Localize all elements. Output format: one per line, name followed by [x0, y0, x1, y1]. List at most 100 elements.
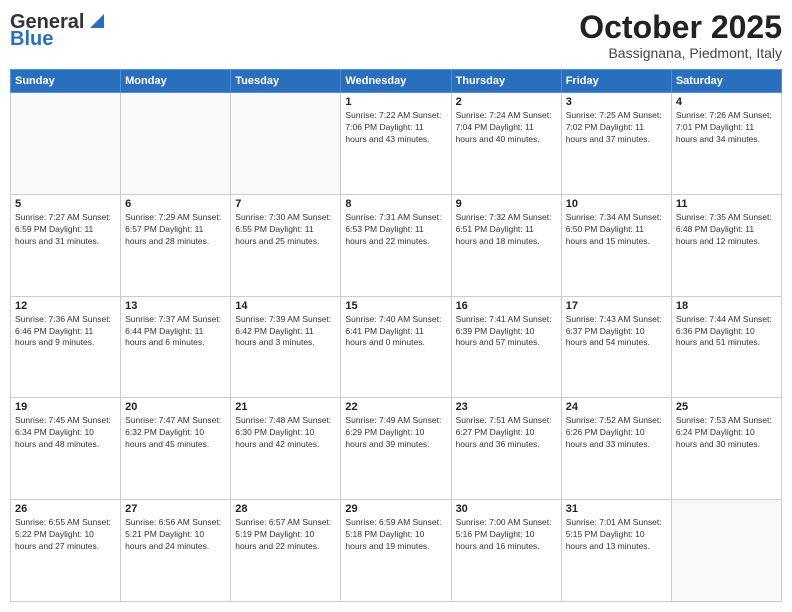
day-info: Sunrise: 7:44 AM Sunset: 6:36 PM Dayligh…	[676, 314, 777, 350]
day-info: Sunrise: 7:45 AM Sunset: 6:34 PM Dayligh…	[15, 415, 116, 451]
col-saturday: Saturday	[671, 70, 781, 93]
day-number: 4	[676, 96, 777, 108]
cell-3-1: 20 Sunrise: 7:47 AM Sunset: 6:32 PM Dayli…	[121, 398, 231, 500]
cell-2-1: 13Sunrise: 7:37 AM Sunset: 6:44 PM Dayli…	[121, 296, 231, 398]
day-info: Sunrise: 7:36 AM Sunset: 6:46 PM Dayligh…	[15, 314, 116, 350]
cell-2-4: 16Sunrise: 7:41 AM Sunset: 6:39 PM Dayli…	[451, 296, 561, 398]
cell-1-3: 8 Sunrise: 7:31 AM Sunset: 6:53 PM Daylig…	[341, 194, 451, 296]
day-number: 2	[456, 96, 557, 108]
day-number: 22	[345, 401, 446, 413]
day-info: Sunrise: 7:52 AM Sunset: 6:26 PM Dayligh…	[566, 415, 667, 451]
day-number: 31	[566, 503, 667, 515]
day-number: 20	[125, 401, 226, 413]
col-friday: Friday	[561, 70, 671, 93]
cell-4-2: 28 Sunrise: 6:57 AM Sunset: 5:19 PM Dayli…	[231, 500, 341, 602]
day-info: Sunrise: 7:43 AM Sunset: 6:37 PM Dayligh…	[566, 314, 667, 350]
day-info: Sunrise: 7:40 AM Sunset: 6:41 PM Dayligh…	[345, 314, 446, 350]
cell-1-5: 10Sunrise: 7:34 AM Sunset: 6:50 PM Dayli…	[561, 194, 671, 296]
cell-2-3: 15Sunrise: 7:40 AM Sunset: 6:41 PM Dayli…	[341, 296, 451, 398]
day-number: 29	[345, 503, 446, 515]
cell-0-1	[121, 93, 231, 195]
col-wednesday: Wednesday	[341, 70, 451, 93]
day-info: Sunrise: 7:29 AM Sunset: 6:57 PM Dayligh…	[125, 212, 226, 248]
header: General Blue October 2025 Bassignana, Pi…	[10, 10, 782, 61]
day-info: Sunrise: 7:22 AM Sunset: 7:06 PM Dayligh…	[345, 110, 446, 146]
cell-0-0	[11, 93, 121, 195]
logo: General Blue	[10, 10, 108, 51]
day-info: Sunrise: 7:30 AM Sunset: 6:55 PM Dayligh…	[235, 212, 336, 248]
cell-3-2: 21 Sunrise: 7:48 AM Sunset: 6:30 PM Dayli…	[231, 398, 341, 500]
day-number: 28	[235, 503, 336, 515]
day-info: Sunrise: 7:49 AM Sunset: 6:29 PM Dayligh…	[345, 415, 446, 451]
day-info: Sunrise: 7:48 AM Sunset: 6:30 PM Dayligh…	[235, 415, 336, 451]
cell-4-0: 26Sunrise: 6:55 AM Sunset: 5:22 PM Dayli…	[11, 500, 121, 602]
day-number: 3	[566, 96, 667, 108]
day-info: Sunrise: 7:25 AM Sunset: 7:02 PM Dayligh…	[566, 110, 667, 146]
header-row: Sunday Monday Tuesday Wednesday Thursday…	[11, 70, 782, 93]
cell-2-5: 17Sunrise: 7:43 AM Sunset: 6:37 PM Dayli…	[561, 296, 671, 398]
day-number: 21	[235, 401, 336, 413]
cell-1-2: 7 Sunrise: 7:30 AM Sunset: 6:55 PM Daylig…	[231, 194, 341, 296]
col-sunday: Sunday	[11, 70, 121, 93]
cell-4-3: 29 Sunrise: 6:59 AM Sunset: 5:18 PM Dayli…	[341, 500, 451, 602]
cell-4-1: 27Sunrise: 6:56 AM Sunset: 5:21 PM Dayli…	[121, 500, 231, 602]
col-monday: Monday	[121, 70, 231, 93]
cell-4-6	[671, 500, 781, 602]
logo-icon	[86, 10, 108, 32]
week-row-1: 1 Sunrise: 7:22 AM Sunset: 7:06 PM Daylig…	[11, 93, 782, 195]
day-info: Sunrise: 7:00 AM Sunset: 5:16 PM Dayligh…	[456, 517, 557, 553]
day-info: Sunrise: 7:31 AM Sunset: 6:53 PM Dayligh…	[345, 212, 446, 248]
day-number: 8	[345, 198, 446, 210]
day-number: 30	[456, 503, 557, 515]
cell-0-5: 3 Sunrise: 7:25 AM Sunset: 7:02 PM Daylig…	[561, 93, 671, 195]
day-info: Sunrise: 7:39 AM Sunset: 6:42 PM Dayligh…	[235, 314, 336, 350]
cell-0-6: 4 Sunrise: 7:26 AM Sunset: 7:01 PM Daylig…	[671, 93, 781, 195]
col-tuesday: Tuesday	[231, 70, 341, 93]
cell-4-5: 31 Sunrise: 7:01 AM Sunset: 5:15 PM Dayli…	[561, 500, 671, 602]
day-info: Sunrise: 7:35 AM Sunset: 6:48 PM Dayligh…	[676, 212, 777, 248]
day-info: Sunrise: 6:59 AM Sunset: 5:18 PM Dayligh…	[345, 517, 446, 553]
day-number: 10	[566, 198, 667, 210]
cell-4-4: 30 Sunrise: 7:00 AM Sunset: 5:16 PM Dayli…	[451, 500, 561, 602]
cell-0-2	[231, 93, 341, 195]
day-info: Sunrise: 7:26 AM Sunset: 7:01 PM Dayligh…	[676, 110, 777, 146]
day-info: Sunrise: 7:41 AM Sunset: 6:39 PM Dayligh…	[456, 314, 557, 350]
day-number: 12	[15, 300, 116, 312]
day-number: 6	[125, 198, 226, 210]
cell-2-0: 12 Sunrise: 7:36 AM Sunset: 6:46 PM Dayli…	[11, 296, 121, 398]
cell-2-6: 18 Sunrise: 7:44 AM Sunset: 6:36 PM Dayli…	[671, 296, 781, 398]
cell-0-4: 2 Sunrise: 7:24 AM Sunset: 7:04 PM Daylig…	[451, 93, 561, 195]
cell-2-2: 14 Sunrise: 7:39 AM Sunset: 6:42 PM Dayli…	[231, 296, 341, 398]
day-number: 23	[456, 401, 557, 413]
day-number: 18	[676, 300, 777, 312]
day-number: 27	[125, 503, 226, 515]
cell-3-6: 25Sunrise: 7:53 AM Sunset: 6:24 PM Dayli…	[671, 398, 781, 500]
week-row-2: 5 Sunrise: 7:27 AM Sunset: 6:59 PM Daylig…	[11, 194, 782, 296]
day-number: 7	[235, 198, 336, 210]
day-number: 1	[345, 96, 446, 108]
day-info: Sunrise: 7:47 AM Sunset: 6:32 PM Dayligh…	[125, 415, 226, 451]
cell-3-4: 23Sunrise: 7:51 AM Sunset: 6:27 PM Dayli…	[451, 398, 561, 500]
week-row-5: 26Sunrise: 6:55 AM Sunset: 5:22 PM Dayli…	[11, 500, 782, 602]
day-info: Sunrise: 7:01 AM Sunset: 5:15 PM Dayligh…	[566, 517, 667, 553]
week-row-3: 12 Sunrise: 7:36 AM Sunset: 6:46 PM Dayli…	[11, 296, 782, 398]
week-row-4: 19 Sunrise: 7:45 AM Sunset: 6:34 PM Dayli…	[11, 398, 782, 500]
cell-1-0: 5 Sunrise: 7:27 AM Sunset: 6:59 PM Daylig…	[11, 194, 121, 296]
day-number: 19	[15, 401, 116, 413]
day-info: Sunrise: 7:37 AM Sunset: 6:44 PM Dayligh…	[125, 314, 226, 350]
day-number: 14	[235, 300, 336, 312]
day-number: 24	[566, 401, 667, 413]
day-info: Sunrise: 7:53 AM Sunset: 6:24 PM Dayligh…	[676, 415, 777, 451]
logo-blue: Blue	[10, 28, 53, 51]
day-info: Sunrise: 7:24 AM Sunset: 7:04 PM Dayligh…	[456, 110, 557, 146]
cell-0-3: 1 Sunrise: 7:22 AM Sunset: 7:06 PM Daylig…	[341, 93, 451, 195]
day-info: Sunrise: 7:27 AM Sunset: 6:59 PM Dayligh…	[15, 212, 116, 248]
day-info: Sunrise: 6:55 AM Sunset: 5:22 PM Dayligh…	[15, 517, 116, 553]
cell-3-0: 19 Sunrise: 7:45 AM Sunset: 6:34 PM Dayli…	[11, 398, 121, 500]
day-info: Sunrise: 6:57 AM Sunset: 5:19 PM Dayligh…	[235, 517, 336, 553]
calendar: Sunday Monday Tuesday Wednesday Thursday…	[10, 69, 782, 602]
cell-3-5: 24 Sunrise: 7:52 AM Sunset: 6:26 PM Dayli…	[561, 398, 671, 500]
month-title: October 2025	[579, 10, 782, 45]
day-info: Sunrise: 7:32 AM Sunset: 6:51 PM Dayligh…	[456, 212, 557, 248]
day-number: 5	[15, 198, 116, 210]
